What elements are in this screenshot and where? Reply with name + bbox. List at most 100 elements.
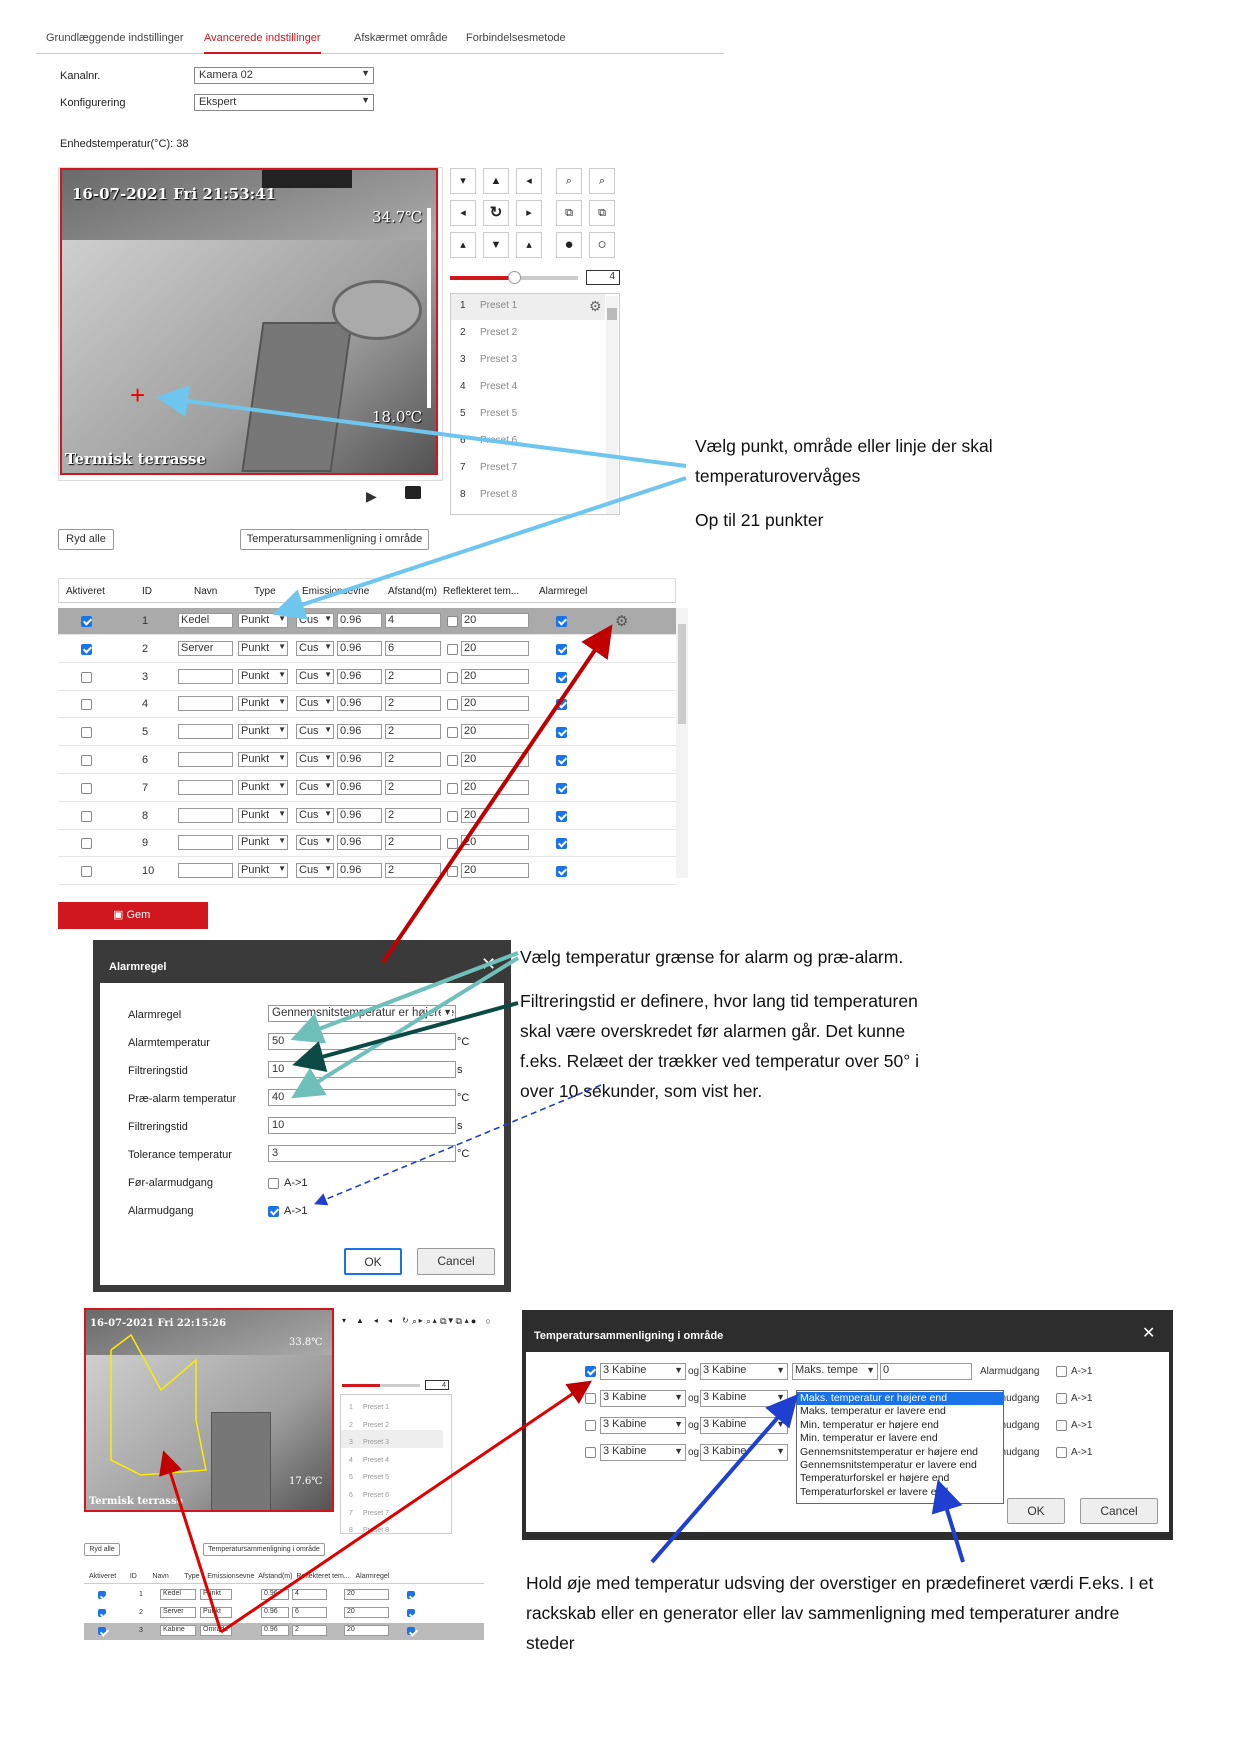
row-reflected-checkbox[interactable] <box>447 866 458 878</box>
clear-all-button-small[interactable]: Ryd alle <box>84 1543 120 1556</box>
row-type-select[interactable]: Punkt <box>200 1589 232 1600</box>
row-distance-input[interactable]: 2 <box>385 668 441 684</box>
row-reflected-input[interactable]: 20 <box>461 668 529 684</box>
thermal-video-small[interactable]: 16-07-2021 Fri 22:15:26 33.8℃ 17.6℃ Term… <box>84 1308 334 1512</box>
compare-row-checkbox[interactable] <box>585 1420 596 1431</box>
row-enabled-checkbox[interactable] <box>81 782 92 794</box>
gear-icon[interactable]: ⚙ <box>589 298 602 315</box>
row-enabled-checkbox[interactable] <box>98 1609 106 1617</box>
row-distance-input[interactable]: 4 <box>385 613 441 628</box>
row-reflected-input[interactable]: 20 <box>344 1589 389 1600</box>
row-name-input[interactable]: Server <box>178 640 233 656</box>
row-emissivity-input[interactable]: 0.96 <box>261 1625 289 1636</box>
row-reflected-checkbox[interactable] <box>447 755 458 766</box>
row-alarm-checkbox[interactable] <box>407 1627 415 1635</box>
row-name-input[interactable] <box>178 779 233 795</box>
row-alarm-checkbox[interactable] <box>556 810 567 822</box>
row-enabled-checkbox[interactable] <box>81 699 92 711</box>
row-reflected-input[interactable]: 20 <box>461 696 529 712</box>
row-distance-input[interactable]: 2 <box>385 807 441 823</box>
speed-value-small[interactable]: 4 <box>425 1380 449 1390</box>
pre-filter-time-input[interactable]: 10 <box>268 1117 456 1134</box>
row-name-input[interactable]: Server <box>160 1607 196 1618</box>
row-name-input[interactable] <box>178 724 233 740</box>
row-alarm-checkbox[interactable] <box>556 671 567 683</box>
row-alarm-checkbox[interactable] <box>556 782 567 794</box>
rotate-icon[interactable]: ↻ <box>483 200 509 226</box>
row-name-input[interactable] <box>178 863 233 879</box>
row-emissivity-select[interactable]: Cus ▼ <box>296 613 334 628</box>
row-alarm-checkbox[interactable] <box>407 1609 415 1617</box>
ptz-upright-icon[interactable]: ◂ <box>516 168 542 194</box>
row-distance-input[interactable]: 2 <box>385 696 441 712</box>
row-enabled-checkbox[interactable] <box>98 1591 106 1599</box>
preset-item[interactable]: 5 Preset 5 <box>458 402 588 426</box>
ptz-downleft-icon[interactable]: ▴ <box>450 232 476 258</box>
row-reflected-input[interactable]: 20 <box>344 1625 389 1636</box>
scroll-thumb[interactable] <box>678 624 686 724</box>
row-type-select[interactable]: Punkt ▼ <box>238 696 288 712</box>
pre-alarm-temp-input[interactable]: 40 <box>268 1089 456 1106</box>
tab-advanced-settings[interactable]: Avancerede indstillinger <box>204 32 321 54</box>
row-reflected-input[interactable]: 20 <box>461 835 529 851</box>
row-type-select[interactable]: Punkt ▼ <box>238 724 288 740</box>
alarm-output-checkbox[interactable] <box>1056 1447 1067 1458</box>
row-distance-input[interactable]: 2 <box>385 752 441 767</box>
row-emissivity-select[interactable]: Cus ▼ <box>296 696 334 712</box>
row-distance-input[interactable]: 2 <box>385 724 441 740</box>
dropdown-option[interactable]: Temperaturforskel er højere end <box>797 1472 1003 1485</box>
tab-masked-area[interactable]: Afskærmet område <box>354 32 448 44</box>
compare-value-input[interactable]: 0 <box>880 1363 972 1380</box>
dropdown-option[interactable]: Gennemsnitstemperatur er lavere end <box>797 1459 1003 1472</box>
preset-item[interactable]: 4 Preset 4 <box>458 375 588 399</box>
row-type-select[interactable]: Punkt ▼ <box>238 613 288 628</box>
ptz-right-icon[interactable]: ▸ <box>516 200 542 226</box>
row-emissivity-select[interactable]: Cus ▼ <box>296 668 334 684</box>
row-emissivity-input[interactable]: 0.96 <box>337 696 382 712</box>
row-emissivity-select[interactable]: Cus ▼ <box>296 835 334 851</box>
compare-row-checkbox[interactable] <box>585 1366 596 1377</box>
row-type-select[interactable]: Punkt ▼ <box>238 835 288 851</box>
row-type-select[interactable]: Punkt ▼ <box>238 863 288 879</box>
iris-close-icon[interactable]: ○ <box>589 232 615 258</box>
speed-slider[interactable] <box>450 271 578 284</box>
tab-connection-method[interactable]: Forbindelsesmetode <box>466 32 566 44</box>
compare-area-a-select[interactable]: 3 Kabine ▼ <box>600 1417 686 1434</box>
row-reflected-input[interactable]: 20 <box>461 779 529 795</box>
row-enabled-checkbox[interactable] <box>81 866 92 878</box>
row-name-input[interactable] <box>178 807 233 823</box>
clear-all-button[interactable]: Ryd alle <box>58 529 114 550</box>
row-reflected-checkbox[interactable] <box>447 782 458 794</box>
row-emissivity-input[interactable]: 0.96 <box>337 863 382 879</box>
row-alarm-checkbox[interactable] <box>556 838 567 850</box>
row-enabled-checkbox[interactable] <box>81 643 92 655</box>
preset-item[interactable]: 3 Preset 3 <box>458 348 588 372</box>
row-reflected-checkbox[interactable] <box>447 671 458 683</box>
ptz-left-icon[interactable]: ◂ <box>450 200 476 226</box>
row-enabled-checkbox[interactable] <box>81 838 92 850</box>
row-name-input[interactable] <box>178 668 233 684</box>
row-type-select[interactable]: Punkt ▼ <box>238 668 288 684</box>
dropdown-option[interactable]: Maks. temperatur er lavere end <box>797 1405 1003 1418</box>
row-reflected-input[interactable]: 20 <box>344 1607 389 1618</box>
row-name-input[interactable]: Kabine <box>160 1625 196 1636</box>
compare-area-b-select[interactable]: 3 Kabine ▼ <box>700 1444 788 1461</box>
cancel-button[interactable]: Cancel <box>1080 1498 1158 1524</box>
row-emissivity-select[interactable]: Cus ▼ <box>296 863 334 879</box>
row-distance-input[interactable]: 2 <box>385 835 441 851</box>
row-emissivity-input[interactable]: 0.96 <box>337 668 382 684</box>
focus-far-icon[interactable]: ⧉ <box>589 200 615 226</box>
row-emissivity-input[interactable]: 0.96 <box>337 613 382 628</box>
camera-icon[interactable] <box>405 486 421 499</box>
row-reflected-checkbox[interactable] <box>447 643 458 655</box>
zoom-out-icon[interactable]: ⌕ <box>556 168 582 194</box>
compare-rule-select[interactable]: Maks. tempe ▼ <box>792 1363 878 1380</box>
row-type-select[interactable]: Punkt ▼ <box>238 640 288 656</box>
row-name-input[interactable]: Kedel <box>160 1589 196 1600</box>
row-emissivity-select[interactable]: Cus ▼ <box>296 640 334 656</box>
row-emissivity-select[interactable]: Cus ▼ <box>296 724 334 740</box>
channel-select[interactable]: Kamera 02 ▼ <box>194 67 374 84</box>
preset-item[interactable]: 2 Preset 2 <box>458 321 588 345</box>
row-alarm-checkbox[interactable] <box>407 1591 415 1599</box>
row-reflected-checkbox[interactable] <box>447 838 458 850</box>
